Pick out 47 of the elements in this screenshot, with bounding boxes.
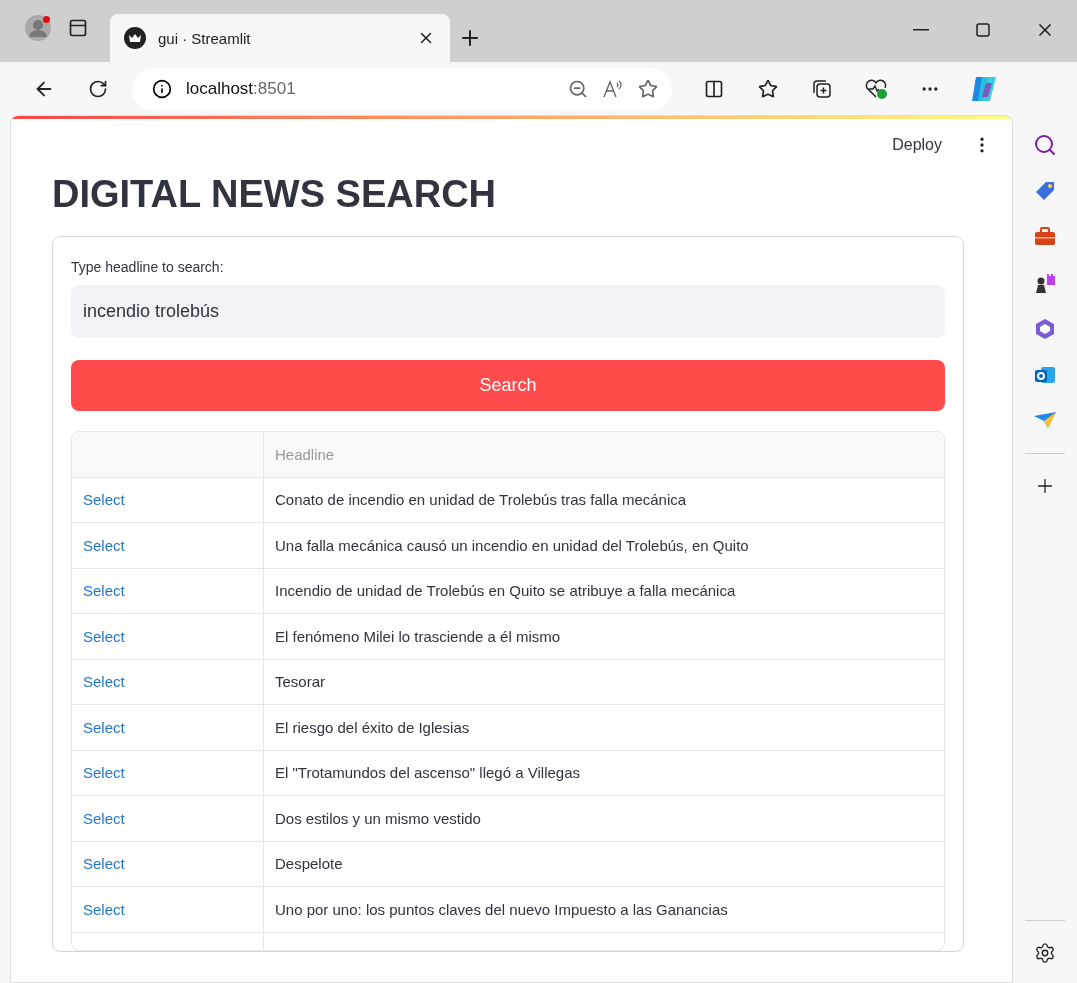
zoom-out-icon[interactable] — [568, 78, 588, 99]
table-cell-text: Dos estilos y un mismo vestido — [274, 808, 482, 829]
tab-title: gui · Streamlit — [158, 29, 252, 47]
table-cell-text: El "Trotamundos del ascenso" llegó a Villegas — [274, 763, 581, 784]
heart-pulse-icon[interactable] — [864, 77, 888, 100]
select-link[interactable]: Select — [83, 855, 125, 873]
collections-icon[interactable] — [811, 77, 833, 100]
field-label: Type headline to search: — [71, 259, 225, 275]
select-link[interactable]: Select — [83, 809, 125, 827]
table-cell-text: El riesgo del éxito de Iglesias — [274, 717, 471, 738]
notification-dot — [43, 16, 50, 23]
table-cell-text: Incendio de unidad de Trolebús en Quito se atribuye a falla mecánica — [274, 581, 737, 602]
column-header: Headline — [274, 444, 336, 465]
select-link[interactable]: Select — [83, 764, 125, 782]
table-cell-text: Conato de incendio en unidad de Trolebús tras falla mecánica — [274, 490, 688, 511]
minimize-icon[interactable] — [913, 29, 929, 31]
maximize-icon[interactable] — [976, 23, 990, 37]
select-link[interactable]: Select — [83, 582, 125, 600]
select-link[interactable]: Select — [83, 627, 125, 645]
read-aloud-icon[interactable] — [602, 78, 624, 99]
table-cell-text: Uno por uno: los puntos claves del nuevo Impuesto a las Ganancias — [274, 899, 729, 920]
profile-avatar-icon[interactable] — [25, 15, 51, 41]
favorites-star-icon[interactable] — [758, 78, 778, 99]
tab-actions-icon[interactable] — [68, 18, 88, 38]
select-link[interactable]: Select — [83, 900, 125, 918]
deploy-button[interactable]: Deploy — [886, 135, 948, 155]
select-link[interactable]: Select — [83, 718, 125, 736]
browser-tab[interactable]: gui · Streamlit — [110, 14, 450, 62]
refresh-icon[interactable] — [88, 78, 108, 99]
select-link[interactable]: Select — [83, 536, 125, 554]
split-screen-icon[interactable] — [704, 78, 724, 99]
url-text: localhost:8501 — [186, 78, 297, 99]
settings-icon[interactable] — [1034, 942, 1056, 964]
favorite-star-icon[interactable] — [638, 78, 658, 99]
streamlit-logo-icon — [124, 27, 146, 49]
search-field[interactable]: incendio trolebús — [71, 285, 945, 338]
page-title: DIGITAL NEWS SEARCH — [52, 173, 498, 216]
select-link[interactable]: Select — [83, 491, 125, 509]
table-cell-text: El fenómeno Milei lo trasciende a él mismo — [274, 626, 562, 647]
table-cell-text: Tesorar — [274, 672, 327, 693]
info-icon — [152, 78, 172, 99]
table-cell-text: Despelote — [274, 854, 344, 875]
select-link[interactable]: Select — [83, 673, 125, 691]
address-bar[interactable]: localhost:8501 — [132, 67, 672, 110]
search-button[interactable]: Search — [71, 360, 945, 411]
table-cell-text: Una falla mecánica causó un incendio en unidad del Trolebús, en Quito — [274, 535, 750, 556]
search-icon[interactable] — [1033, 133, 1057, 157]
